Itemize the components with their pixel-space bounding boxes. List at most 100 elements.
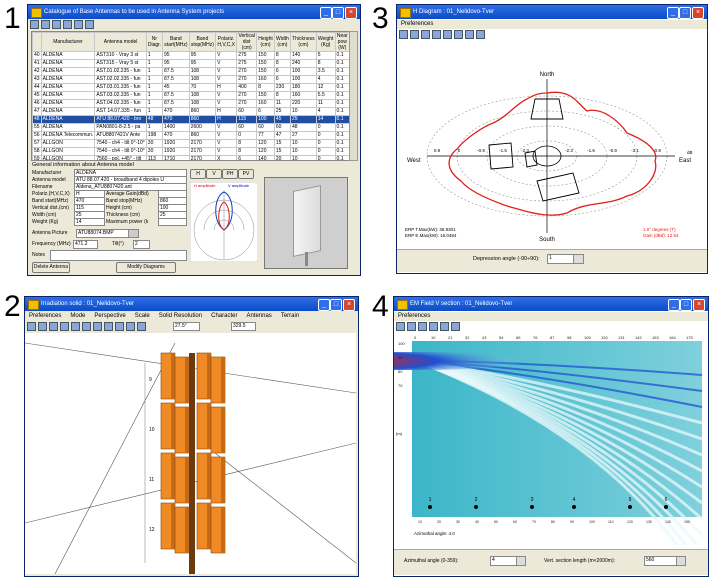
column-header[interactable]: Height (cm) [256, 32, 275, 52]
color-scale-icon[interactable] [407, 322, 416, 331]
table-row[interactable]: 47 ALDENA AST 14.07.335 - fun 1 470 860 H 60 6 25… [32, 107, 350, 116]
save-icon[interactable] [49, 322, 58, 331]
maximize-button[interactable]: □ [679, 7, 691, 19]
menu-scale[interactable]: Scale [135, 313, 150, 319]
grid-icon[interactable] [421, 30, 430, 39]
settings-icon[interactable] [429, 322, 438, 331]
open-icon[interactable] [41, 20, 50, 29]
table-row[interactable]: 59 ALLGON 7560 - pol. +45° - tilt 113 1710 21… [32, 155, 350, 160]
delete-antenna-button[interactable]: Delete Antenna [32, 262, 70, 273]
section-length-spinner[interactable] [676, 556, 686, 566]
settings-icon[interactable] [465, 30, 474, 39]
color-icon[interactable] [454, 30, 463, 39]
table-row[interactable]: 48 ALDENA ATU 88.07.420 - bro 48 470 860 H 115 1… [32, 115, 350, 124]
open-icon[interactable] [38, 322, 47, 331]
print-icon[interactable] [399, 30, 408, 39]
menu-preferences[interactable]: Preferences [29, 313, 61, 319]
table-row[interactable]: 57 ALLGON 7540 - ch4 - tilt 0°-10° 30 1920 21… [32, 139, 350, 148]
help-icon[interactable] [85, 20, 94, 29]
close-button[interactable]: × [693, 299, 705, 311]
tab-v[interactable]: V [206, 169, 222, 179]
field-input[interactable]: 14 [74, 218, 105, 226]
frequency-select[interactable]: 471.2 [73, 240, 98, 249]
field-input[interactable] [158, 218, 187, 226]
table-row[interactable]: 44 ALDENA AST.03.01.335 - fun 1 45 70 H 400 8 230… [32, 83, 350, 92]
column-header[interactable]: Band stop(MHz) [188, 32, 217, 52]
print-icon[interactable] [396, 322, 405, 331]
column-header[interactable]: Thickness (cm) [289, 32, 317, 52]
table-row[interactable]: 58 ALLGON 7540 - ch4 - tilt 0°-10° 30 1920 21… [32, 147, 350, 156]
maximize-button[interactable]: □ [330, 299, 342, 311]
column-header[interactable]: Manufacturer [40, 32, 96, 52]
close-button[interactable]: × [692, 7, 704, 19]
export-icon[interactable] [451, 322, 460, 331]
tab-h[interactable]: H [190, 169, 206, 179]
browse-button[interactable] [128, 229, 139, 238]
minimize-button[interactable]: _ [320, 7, 332, 19]
menu-mode[interactable]: Mode [70, 313, 85, 319]
minimize-button[interactable]: _ [667, 7, 679, 19]
menu-solid-resolution[interactable]: Solid Resolution [159, 313, 202, 319]
column-header[interactable]: Antenna model [94, 32, 147, 52]
copy-icon[interactable] [410, 30, 419, 39]
menu-terrain[interactable]: Terrain [281, 313, 299, 319]
column-header[interactable]: Band start(MHz) [162, 32, 190, 52]
table-row[interactable]: 40 ALDENA AST310 - Vray 3 st 1 95 95 V 275 150 8 1… [32, 51, 350, 60]
minimize-button[interactable]: _ [668, 299, 680, 311]
modify-diagrams-button[interactable]: Modify Diagrams [116, 262, 176, 273]
column-header[interactable] [32, 32, 42, 52]
table-row[interactable]: 45 ALDENA AST.03.02.335 - fun 1 87.5 108 V 270 1… [32, 91, 350, 100]
table-row[interactable]: 56 ALDENA Telecommun. ATU8807421V Ante 198 4… [32, 131, 350, 140]
print-icon[interactable] [60, 322, 69, 331]
table-row[interactable]: 55 ALDENA PAN0801-8-2.5 - pa 1 1400 2600 V 60 60… [32, 123, 350, 132]
export-icon[interactable] [476, 30, 485, 39]
rotate-icon[interactable] [71, 322, 80, 331]
column-header[interactable]: Weight (Kg) [315, 32, 336, 52]
section-length-input[interactable]: 560 [644, 556, 677, 566]
azimuth-spinner[interactable] [516, 556, 526, 566]
close-button[interactable]: × [343, 299, 355, 311]
search-icon[interactable] [74, 20, 83, 29]
tilt-select[interactable]: 2 [133, 240, 150, 249]
grid-icon[interactable] [418, 322, 427, 331]
table-row[interactable]: 42 ALDENA AST.01.02.235 - fun 1 87.5 108 V 270 1… [32, 67, 350, 76]
new-icon[interactable] [27, 322, 36, 331]
menu-preferences[interactable]: Preferences [401, 21, 433, 27]
menu-character[interactable]: Character [211, 313, 237, 319]
scale-icon[interactable] [432, 30, 441, 39]
save-icon[interactable] [52, 20, 61, 29]
zoom-in-icon[interactable] [82, 322, 91, 331]
table-scrollbar[interactable] [349, 31, 358, 161]
print-icon[interactable] [63, 20, 72, 29]
depression-spinner[interactable] [573, 254, 584, 264]
zoom-icon[interactable] [443, 30, 452, 39]
tab-ph[interactable]: PH [222, 169, 238, 179]
notes-field[interactable] [50, 250, 187, 261]
column-header[interactable]: Nr Diagr. [145, 32, 164, 52]
column-header[interactable]: Vertical dist (cm) [236, 32, 258, 52]
table-row[interactable]: 46 ALDENA AST.04.02.335 - fun 1 87.5 108 V 270 1… [32, 99, 350, 108]
grid-icon[interactable] [104, 322, 113, 331]
antenna-picture-field[interactable]: ATU88074.BMP [76, 229, 129, 238]
palette-icon[interactable] [126, 322, 135, 331]
azimuth-input[interactable]: 4 [490, 556, 517, 566]
depression-input[interactable]: 1 [547, 254, 574, 264]
light-icon[interactable] [115, 322, 124, 331]
maximize-button[interactable]: □ [332, 7, 344, 19]
menu-antennas[interactable]: Antennas [246, 313, 271, 319]
column-header[interactable]: Width (cm) [273, 32, 291, 52]
menu-preferences[interactable]: Preferences [398, 313, 430, 319]
menu-perspective[interactable]: Perspective [94, 313, 125, 319]
table-row[interactable]: 41 ALDENA AST315 - Vray 5 st 1 95 95 V 275 150 8 2… [32, 59, 350, 68]
maximize-button[interactable]: □ [680, 299, 692, 311]
help-icon[interactable] [137, 322, 146, 331]
new-icon[interactable] [30, 20, 39, 29]
table-row[interactable]: 43 ALDENA AST.02.02.335 - fun 1 87.5 108 V 270 1… [32, 75, 350, 84]
close-button[interactable]: × [345, 7, 357, 19]
bar-icon[interactable] [440, 322, 449, 331]
column-header[interactable]: Polariz. H,V,C,X [215, 32, 238, 52]
zoom-out-icon[interactable] [93, 322, 102, 331]
column-header[interactable]: Near pow (W) [334, 32, 350, 52]
tab-pv[interactable]: PV [238, 169, 254, 179]
minimize-button[interactable]: _ [318, 299, 330, 311]
